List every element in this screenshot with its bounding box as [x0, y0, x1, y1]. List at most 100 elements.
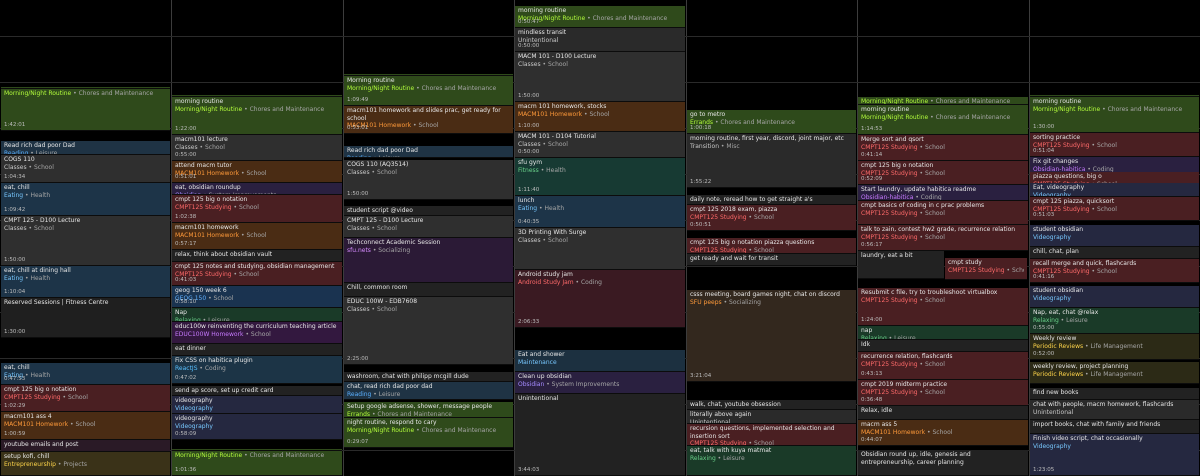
calendar-event[interactable]: Android study jam Android Study Jam • Cod…: [515, 270, 685, 328]
calendar-event[interactable]: Morning/Night Routine • Chores and Maint…: [172, 451, 342, 476]
calendar-event[interactable]: CMPT 125 - D100 Lecture Classes • School 1…: [1, 216, 170, 266]
calendar-event[interactable]: Weekly review Periodic Reviews • Life Man…: [1030, 334, 1199, 360]
calendar-event[interactable]: Nap, eat, chat @relax Relaxing • Leisure 0…: [1030, 308, 1199, 334]
calendar-event[interactable]: import books, chat with family and frien…: [1030, 420, 1199, 434]
calendar-event[interactable]: get ready and wait for transit: [687, 254, 856, 266]
calendar-event[interactable]: macm101 ass 4 MACM101 Homework • School 1:…: [1, 412, 170, 440]
calendar-event[interactable]: Reserved Sessions | Fitness Centre 1:30:0…: [1, 298, 170, 338]
calendar-event[interactable]: relax, think about obsidian vault: [172, 250, 342, 262]
calendar-event[interactable]: morning routine Morning/Night Routine • C…: [1030, 97, 1199, 133]
calendar-event[interactable]: find new books: [1030, 388, 1199, 400]
calendar-event[interactable]: macm101 homework and slides prac, get re…: [344, 106, 513, 134]
calendar-event[interactable]: sfu gym Fitness • Health 1:11:40: [515, 158, 685, 196]
calendar-event[interactable]: weekly review, project planning Periodic …: [1030, 362, 1199, 384]
calendar-event[interactable]: student obsidian Videography: [1030, 225, 1199, 247]
calendar-event[interactable]: Relax, idle: [858, 406, 1028, 420]
calendar-event[interactable]: Eat, videography Videography: [1030, 183, 1199, 197]
calendar-event[interactable]: Nap Relaxing • Leisure: [172, 308, 342, 322]
calendar-event[interactable]: mindless transit Unintentional 0:50:00: [515, 28, 685, 52]
calendar-event[interactable]: Morning routine Morning/Night Routine • C…: [344, 76, 513, 106]
calendar-event[interactable]: eat dinner: [172, 344, 342, 356]
calendar-event[interactable]: Merge sort and qsort CMPT125 Studying • S…: [858, 135, 1028, 161]
event-duration: 1:09:42: [4, 206, 26, 213]
calendar-event[interactable]: macm101 homework MACM101 Homework • Schoo…: [172, 223, 342, 250]
calendar-event[interactable]: Chill, common room: [344, 283, 513, 297]
calendar-event[interactable]: macm 101 homework, stocks MACM101 Homewor…: [515, 102, 685, 132]
calendar-event[interactable]: nap Relaxing • Leisure: [858, 326, 1028, 340]
calendar-event[interactable]: lunch Eating • Health 0:40:35: [515, 196, 685, 228]
calendar-event[interactable]: macm101 lecture Classes • School 0:55:00: [172, 135, 342, 161]
calendar-event[interactable]: Start laundry, update habitica readme Obs…: [858, 185, 1028, 201]
calendar-event[interactable]: daily note, reread how to get straight a…: [687, 195, 856, 205]
calendar-event[interactable]: walk, chat, youtube obsession: [687, 400, 856, 410]
calendar-event[interactable]: chill, chat, plan: [1030, 247, 1199, 259]
calendar-event[interactable]: Morning/Night Routine • Chores and Maint…: [858, 97, 1028, 105]
calendar-event[interactable]: laundry, eat a bit: [858, 251, 944, 279]
calendar-event[interactable]: geog 150 week 6 GEOG 150 • School 0:58:10: [172, 286, 342, 308]
calendar-event[interactable]: chat, read rich dad poor dad Reading • Le…: [344, 382, 513, 400]
calendar-event[interactable]: chat with people, macm homework, flashca…: [1030, 400, 1199, 420]
calendar-event[interactable]: eat, chill at dining hall Eating • Health…: [1, 266, 170, 298]
calendar-event[interactable]: go to metro Errands • Chores and Maintena…: [687, 110, 856, 134]
calendar-event[interactable]: cmpt 125 big o notation CMPT125 Studying …: [1, 385, 170, 412]
calendar-event[interactable]: Clean up obsidian Obsidian • System Impro…: [515, 372, 685, 394]
calendar-event[interactable]: cmpt 125 big o notation piazza questions…: [687, 238, 856, 254]
calendar-event[interactable]: cmpt basics of coding in c prac problems…: [858, 201, 1028, 225]
calendar-event[interactable]: videography Videography: [172, 396, 342, 414]
calendar-event[interactable]: student script @video: [344, 206, 513, 216]
calendar-event[interactable]: Idk: [858, 340, 1028, 352]
calendar-event[interactable]: night routine, respond to cary Morning/Ni…: [344, 418, 513, 448]
category-name: sfu.nets: [347, 246, 371, 254]
calendar-event[interactable]: cmpt 125 piazza, quicksort CMPT125 Studyi…: [1030, 197, 1199, 221]
calendar-event[interactable]: talk to zain, contest hw2 grade, recurre…: [858, 225, 1028, 251]
calendar-event[interactable]: eat, chill Eating • Health 1:09:42: [1, 183, 170, 216]
calendar-event[interactable]: Read rich dad poor Dad Reading • Leisure: [344, 146, 513, 158]
calendar-event[interactable]: csss meeting, board games night, chat on…: [687, 290, 856, 382]
calendar-event[interactable]: morning routine Morning/Night Routine • C…: [172, 97, 342, 135]
calendar-event[interactable]: Read rich dad poor Dad Reading • Leisure: [1, 141, 170, 155]
calendar-event[interactable]: eat, chill Eating • Health 0:47:53: [1, 363, 170, 385]
calendar-event[interactable]: morning routine Morning/Night Routine • C…: [858, 105, 1028, 135]
calendar-event[interactable]: MACM 101 - D100 Lecture Classes • School 1…: [515, 52, 685, 102]
calendar-event[interactable]: washroom, chat with philipp mcgill dude: [344, 372, 513, 382]
calendar-event[interactable]: cmpt 125 notes and studying, obsidian ma…: [172, 262, 342, 286]
calendar-event[interactable]: send ap score, set up credit card: [172, 386, 342, 396]
calendar-event[interactable]: cmpt 125 big o notation CMPT125 Studying …: [858, 161, 1028, 185]
calendar-event[interactable]: recurrence relation, flashcards CMPT125 S…: [858, 352, 1028, 380]
calendar-event[interactable]: MACM 101 - D104 Tutorial Classes • School…: [515, 132, 685, 158]
calendar-event[interactable]: Morning/Night Routine • Chores and Maint…: [1, 89, 170, 131]
calendar-event[interactable]: EDUC 100W - EDB7608 Classes • School 2:25:…: [344, 297, 513, 365]
calendar-event[interactable]: COGS 110 Classes • School 1:04:34: [1, 155, 170, 183]
calendar-event[interactable]: recursion questions, implemented selecti…: [687, 424, 856, 446]
calendar-event[interactable]: setup kofi, chill Entrepreneurship • Proj…: [1, 452, 170, 476]
calendar-event[interactable]: eat, talk with kuya matmat Relaxing • Lei…: [687, 446, 856, 476]
calendar-event[interactable]: morning routine, first year, discord, jo…: [687, 134, 856, 188]
calendar-event[interactable]: literally above again Unintentional: [687, 410, 856, 424]
calendar-event[interactable]: Unintentional 3:44:03: [515, 394, 685, 476]
calendar-event[interactable]: recall merge and quick, flashcards CMPT12…: [1030, 259, 1199, 283]
calendar-event[interactable]: attend macm tutor MACM101 Homework • Scho…: [172, 161, 342, 183]
calendar-event[interactable]: videography Videography 0:58:09: [172, 414, 342, 440]
calendar-event[interactable]: Setup google adsense, shower, message pe…: [344, 402, 513, 418]
calendar-event[interactable]: student obsidian Videography: [1030, 286, 1199, 308]
calendar-event[interactable]: Obsidian round up, idle, genesis and ent…: [858, 450, 1028, 476]
calendar-event[interactable]: macm ass 5 MACM101 Homework • School 0:44:…: [858, 420, 1028, 446]
category-group: • Health: [23, 371, 51, 379]
calendar-event[interactable]: eat, obsidian roundup Obsidian • System I…: [172, 183, 342, 195]
calendar-event[interactable]: Eat and shower Maintenance: [515, 350, 685, 372]
calendar-event[interactable]: Techconnect Academic Session sfu.nets • S…: [344, 238, 513, 283]
calendar-event[interactable]: cmpt 125 2018 exam, piazza CMPT125 Studyi…: [687, 205, 856, 231]
calendar-event[interactable]: sorting practice CMPT125 Studying • Schoo…: [1030, 133, 1199, 157]
calendar-event[interactable]: educ100w reinventing the curriculum teac…: [172, 322, 342, 344]
calendar-event[interactable]: COGS 110 (AQ3514) Classes • School 1:50:00: [344, 160, 513, 200]
calendar-event[interactable]: cmpt 2019 midterm practice CMPT125 Studyi…: [858, 380, 1028, 406]
calendar-event[interactable]: CMPT 125 - D100 Lecture Classes • School: [344, 216, 513, 238]
calendar-event[interactable]: 3D Printing With Surge Classes • School: [515, 228, 685, 270]
calendar-event[interactable]: youtube emails and post: [1, 440, 170, 452]
calendar-event[interactable]: cmpt 125 big o notation CMPT125 Studying …: [172, 195, 342, 223]
calendar-event[interactable]: cmpt studyCMPT125 Studying • School: [945, 258, 1027, 280]
calendar-event[interactable]: Resubmit c file, try to troubleshoot vir…: [858, 288, 1028, 326]
calendar-event[interactable]: Fix CSS on habitica plugin ReactJS • Codi…: [172, 356, 342, 384]
calendar-event[interactable]: morning routine Morning/Night Routine • C…: [515, 6, 685, 28]
calendar-event[interactable]: Finish video script, chat occasionally Vi…: [1030, 434, 1199, 476]
